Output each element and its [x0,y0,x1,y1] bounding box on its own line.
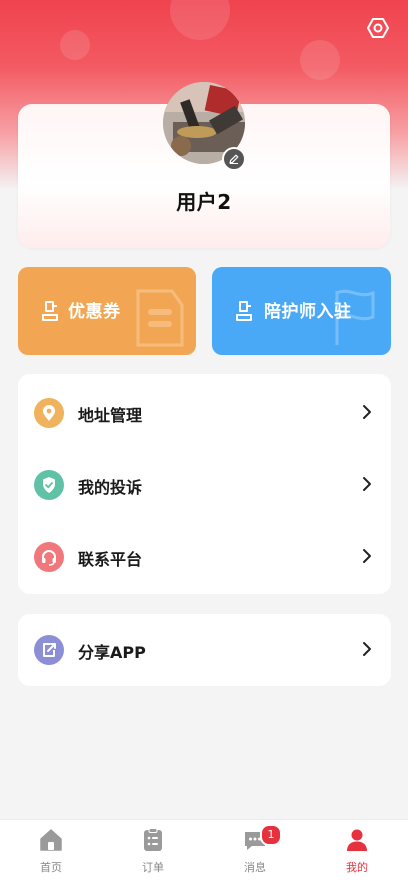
home-icon [40,829,62,851]
menu-item-label: 分享APP [78,643,146,662]
tab-label: 消息 [244,861,266,874]
location-pin-icon [43,405,55,421]
tab-label: 首页 [40,861,62,874]
headset-icon [42,550,56,566]
location-pin-icon-wrap [34,398,64,428]
shield-check-icon [43,477,55,493]
menu-item-label: 地址管理 [78,406,143,425]
headset-icon-wrap [34,542,64,572]
menu-item-address[interactable]: 地址管理 [18,382,391,442]
chevron-right-icon [363,642,371,656]
menu-item-label: 我的投诉 [78,478,143,497]
tab-messages[interactable]: 1 消息 [204,820,306,884]
escort-join-card[interactable]: 陪护师入驻 [212,267,391,355]
edit-avatar-button[interactable] [222,147,246,171]
coupon-card[interactable]: 优惠券 [18,267,196,355]
chevron-right-icon [363,405,371,419]
bottom-tab-bar: 首页 订单 1 消息 我的 [0,819,408,884]
tab-home[interactable]: 首页 [0,820,102,884]
coupon-label: 优惠券 [68,302,121,322]
share-card: 分享APP [18,614,391,686]
chevron-right-icon [363,477,371,491]
user-icon [347,829,367,851]
escort-person-icon [236,301,252,321]
pencil-icon [229,154,239,164]
shield-check-icon-wrap [34,470,64,500]
menu-list: 地址管理 我的投诉 联系平台 [18,374,391,594]
menu-item-complaints[interactable]: 我的投诉 [18,454,391,514]
tab-orders[interactable]: 订单 [102,820,204,884]
ticket-decoration-icon [136,289,184,347]
coupon-person-icon [42,301,58,321]
menu-item-contact[interactable]: 联系平台 [18,526,391,586]
order-icon [144,828,162,851]
settings-button[interactable] [364,14,392,42]
message-badge: 1 [260,824,282,846]
flag-decoration-icon [335,289,375,345]
chevron-right-icon [363,549,371,563]
menu-item-label: 联系平台 [78,550,143,569]
share-icon [43,643,56,657]
tab-label: 我的 [346,861,368,874]
menu-item-share[interactable]: 分享APP [18,619,391,679]
username: 用户2 [176,190,232,214]
share-icon-wrap [34,635,64,665]
settings-icon [367,18,389,38]
tab-label: 订单 [142,861,164,874]
tab-mine[interactable]: 我的 [306,820,408,884]
